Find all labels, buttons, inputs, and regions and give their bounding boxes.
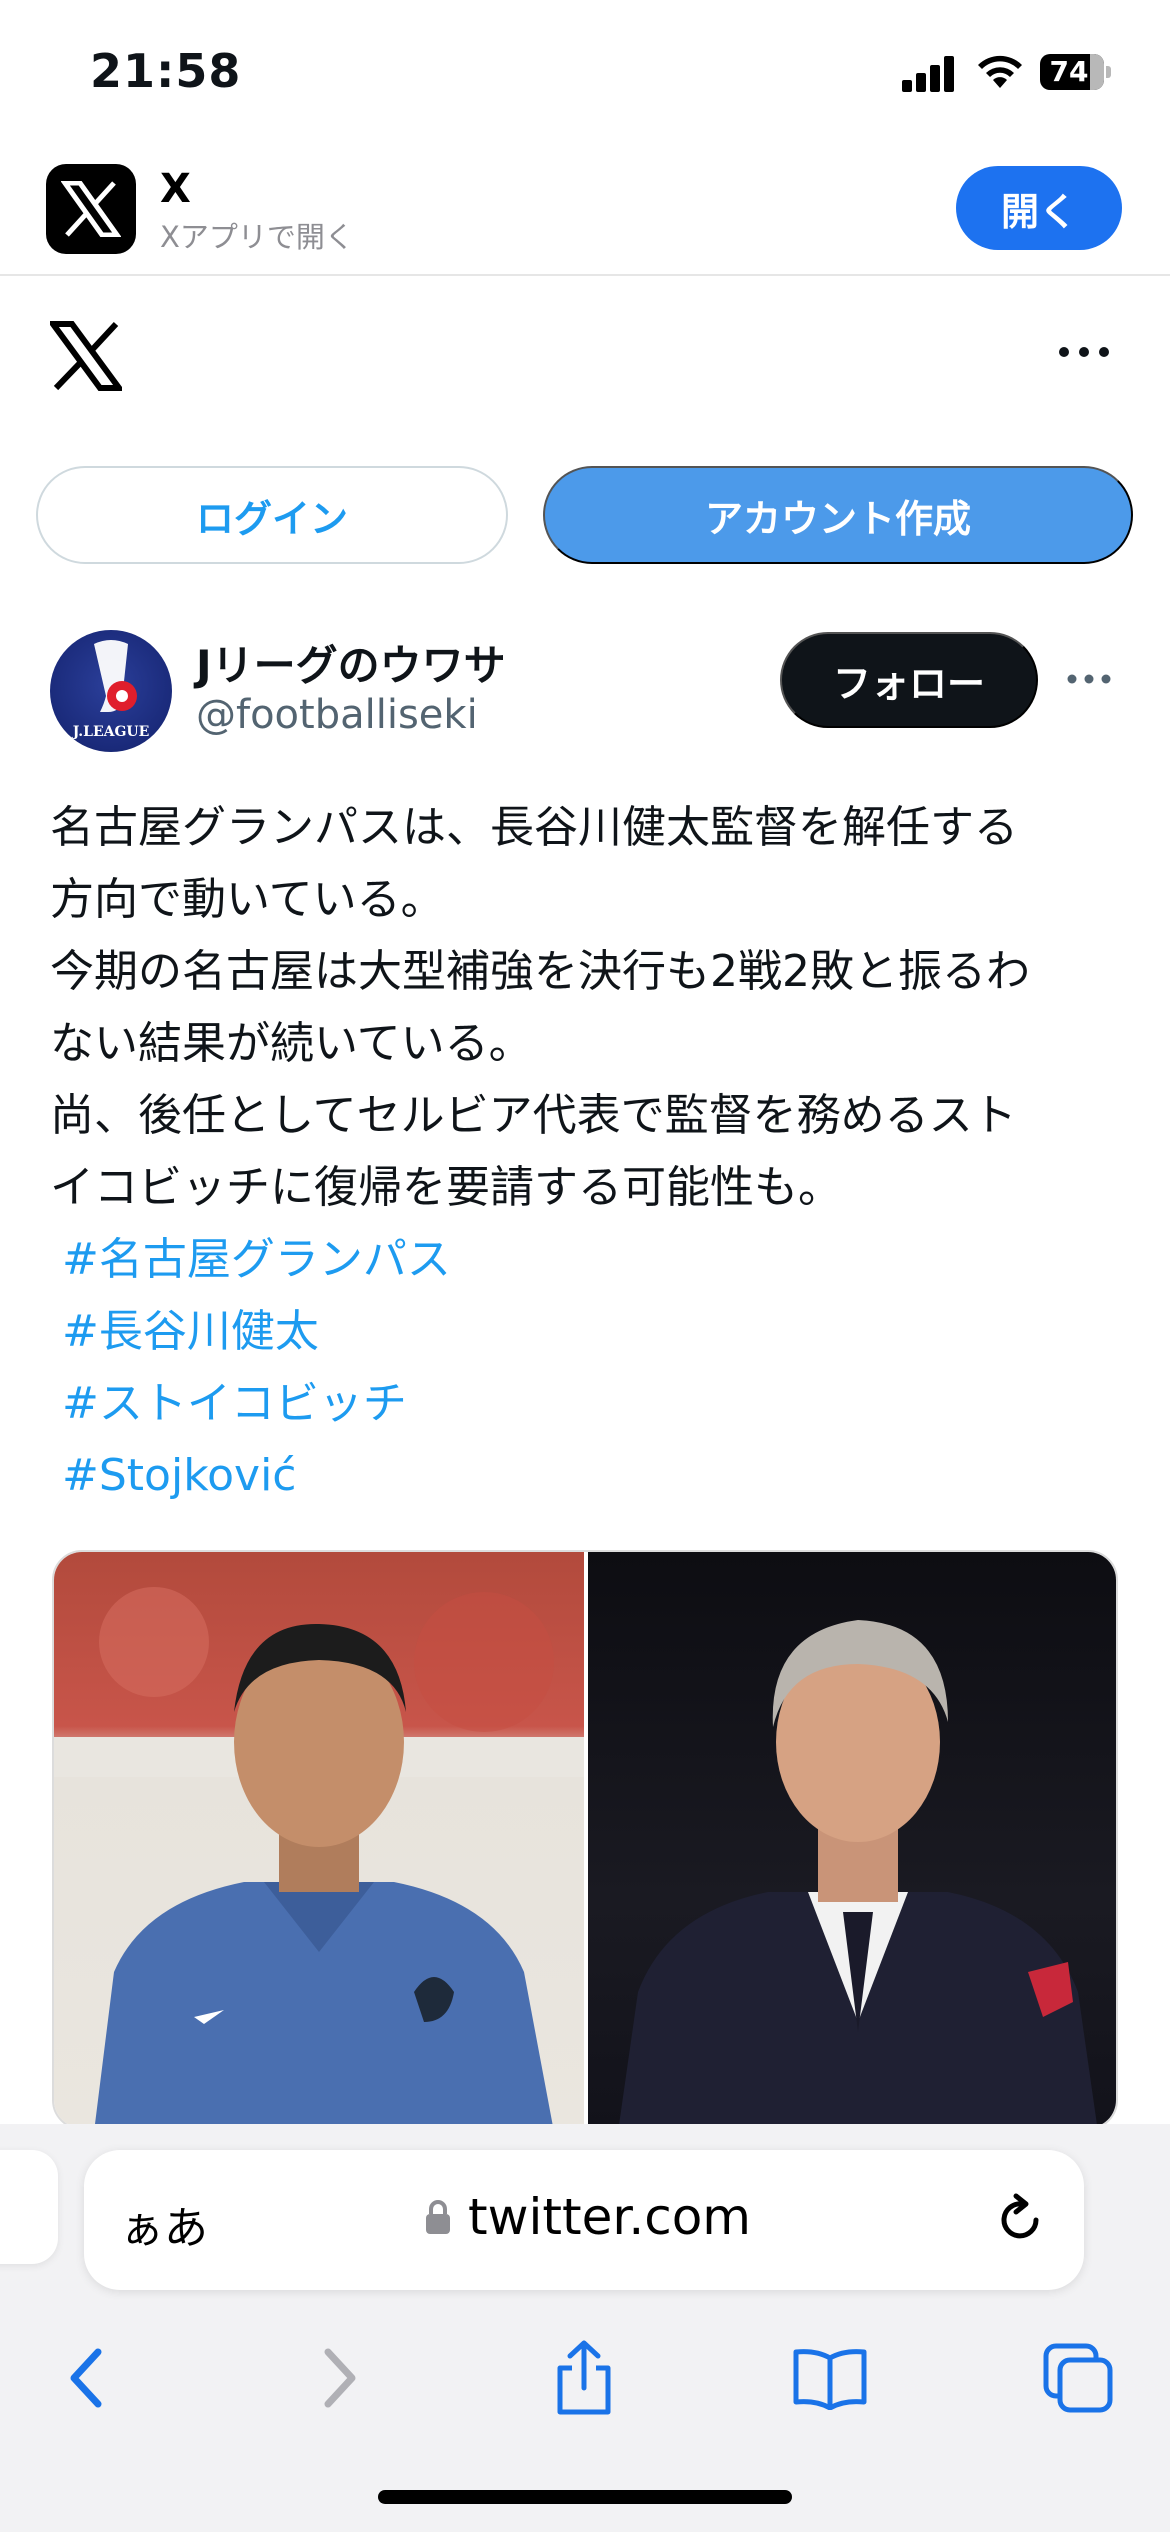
tweet-text-line: 名古屋グランパスは、長谷川健太監督を解任する bbox=[50, 802, 1018, 853]
battery-icon: 74 bbox=[1040, 54, 1112, 90]
avatar[interactable]: J.LEAGUE bbox=[50, 630, 172, 752]
tweet-text-line: 尚、後任としてセルビア代表で監督を務めるスト bbox=[50, 1090, 1017, 1141]
share-icon bbox=[557, 2340, 611, 2415]
forward-button[interactable] bbox=[300, 2338, 380, 2418]
share-button[interactable] bbox=[544, 2338, 624, 2418]
book-icon bbox=[793, 2349, 867, 2410]
reload-icon[interactable] bbox=[992, 2192, 1048, 2248]
follow-button[interactable]: フォロー bbox=[780, 632, 1038, 728]
tweet-media[interactable] bbox=[52, 1550, 1118, 2130]
app-subtitle: Xアプリで開く bbox=[160, 220, 354, 254]
tabs-button[interactable] bbox=[1038, 2338, 1118, 2418]
cellular-signal-icon bbox=[902, 56, 956, 92]
tweet-photo-right[interactable] bbox=[588, 1552, 1116, 2128]
chevron-left-icon bbox=[70, 2348, 102, 2408]
browser-toolbar bbox=[0, 2324, 1170, 2444]
url-text[interactable]: twitter.com bbox=[468, 2188, 751, 2246]
login-button[interactable]: ログイン bbox=[36, 466, 508, 564]
create-account-button[interactable]: アカウント作成 bbox=[543, 466, 1133, 564]
tweet-text-line: 方向で動いている。 bbox=[50, 874, 445, 925]
tweet-photo-left[interactable] bbox=[54, 1552, 584, 2128]
x-logo-icon[interactable] bbox=[50, 320, 122, 392]
app-name: X bbox=[160, 166, 191, 212]
open-in-app-button[interactable]: 開く bbox=[956, 166, 1122, 250]
hashtag-link[interactable]: #名古屋グランパス bbox=[62, 1224, 451, 1296]
bookmarks-button[interactable] bbox=[790, 2338, 870, 2418]
tweet-text-line: 今期の名古屋は大型補強を決行も2戦2敗と振るわ bbox=[50, 946, 1030, 997]
status-bar: 21:58 74 bbox=[0, 0, 1170, 140]
more-options-icon[interactable] bbox=[1054, 332, 1114, 372]
app-open-banner: X Xアプリで開く 開く bbox=[0, 140, 1170, 276]
author-name[interactable]: Jリーグのウワサ bbox=[196, 632, 506, 693]
x-app-icon[interactable] bbox=[46, 164, 136, 254]
hashtag-link[interactable]: #ストイコビッチ bbox=[62, 1368, 451, 1440]
author-handle[interactable]: @footballiseki bbox=[196, 692, 478, 738]
battery-level: 74 bbox=[1049, 55, 1089, 88]
previous-tab-preview[interactable] bbox=[0, 2150, 58, 2264]
tweet-text-line: ない結果が続いている。 bbox=[50, 1018, 533, 1069]
hashtag-link[interactable]: #Stojković bbox=[62, 1440, 451, 1512]
tweet-more-icon[interactable] bbox=[1064, 664, 1114, 694]
wifi-icon bbox=[978, 55, 1022, 88]
x-header bbox=[0, 276, 1170, 436]
chevron-right-icon bbox=[324, 2348, 356, 2408]
page-settings-button[interactable]: ぁあ bbox=[120, 2192, 208, 2256]
hashtag-link[interactable]: #長谷川健太 bbox=[62, 1296, 451, 1368]
avatar-label: J.LEAGUE bbox=[71, 724, 150, 740]
tweet-text-line: イコビッチに復帰を要請する可能性も。 bbox=[50, 1162, 842, 1213]
lock-icon bbox=[426, 2200, 450, 2234]
tabs-icon bbox=[1043, 2343, 1113, 2413]
status-time: 21:58 bbox=[90, 44, 242, 98]
browser-bottom-bar: ぁあ twitter.com bbox=[0, 2124, 1170, 2532]
tweet-text: 名古屋グランパスは、長谷川健太監督を解任する 方向で動いている。 今期の名古屋は… bbox=[50, 792, 1130, 1224]
home-indicator bbox=[378, 2490, 792, 2504]
hashtag-list: #名古屋グランパス #長谷川健太 #ストイコビッチ #Stojković bbox=[62, 1224, 451, 1512]
address-bar[interactable]: ぁあ twitter.com bbox=[84, 2150, 1084, 2290]
back-button[interactable] bbox=[46, 2338, 126, 2418]
